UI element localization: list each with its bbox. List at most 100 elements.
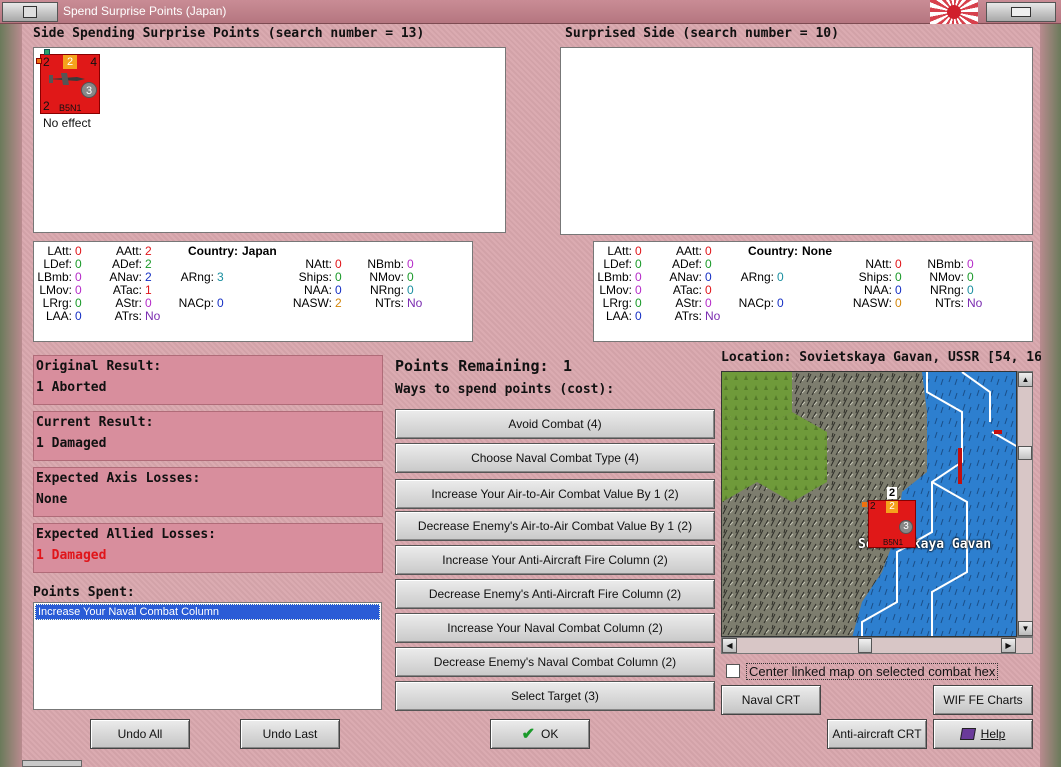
ways-to-spend-label: Ways to spend points (cost): [395,382,615,397]
stat-nmov: NMov: 0 [929,270,974,284]
current-result-label: Current Result: [36,415,154,430]
stat-ntrs: NTrs: No [375,296,423,310]
anti-aircraft-crt-button[interactable]: Anti-aircraft CRT [827,719,927,749]
map-unit-counter[interactable]: 2 2 3 B5N1 [868,500,916,548]
points-remaining-label: Points Remaining: [395,357,549,375]
scroll-right-button[interactable]: ▶ [1001,638,1016,653]
stat-ldef: LDef: 0 [43,257,82,271]
increase-air-to-air-button[interactable]: Increase Your Air-to-Air Combat Value By… [395,479,715,509]
original-result-box: Original Result: 1 Aborted [33,355,383,405]
attacker-stats-panel: LAtt: 0 LDef: 0 LBmb: 0 LMov: 0 LRrg: 0 LAA: 0 AAtt:… [33,241,473,342]
stat-natt: NAtt: 0 [305,257,342,271]
stat-ldef: LDef: 0 [603,257,642,271]
stat-lbmb: LBmb: 0 [37,270,82,284]
country-label: Country: None [748,244,832,258]
unit-result-text: No effect [43,116,91,130]
checkmark-icon: ✔ [521,726,536,743]
scroll-v-thumb[interactable] [1018,446,1032,460]
stat-nasw: NASW: 2 [292,296,342,310]
close-icon [1011,7,1031,17]
wif-fe-charts-button[interactable]: WIF FE Charts [933,685,1033,715]
stat-nasw: NASW: 0 [852,296,902,310]
increase-naval-combat-button[interactable]: Increase Your Naval Combat Column (2) [395,613,715,643]
center-map-checkbox[interactable] [726,664,740,678]
stat-astr: AStr: 0 [115,296,152,310]
ok-label: OK [541,727,559,741]
linked-map[interactable]: Sovietskaya Gavan 2 2 3 B5N1 2 [721,371,1017,637]
choose-naval-combat-type-button[interactable]: Choose Naval Combat Type (4) [395,443,715,473]
avoid-combat-button[interactable]: Avoid Combat (4) [395,409,715,439]
points-spent-list[interactable]: Increase Your Naval Combat Column [33,602,382,710]
undo-all-button[interactable]: Undo All [90,719,190,749]
map-horizontal-scrollbar[interactable]: ◀ ▶ [721,637,1033,654]
aircraft-icon [49,73,85,85]
stat-atrs: ATrs: No [674,309,721,323]
decrease-enemy-anti-aircraft-button[interactable]: Decrease Enemy's Anti-Aircraft Fire Colu… [395,579,715,609]
stat-anav: ANav: 2 [109,270,152,284]
stat-nbmb: NBmb: 0 [367,257,414,271]
unit-circle-value: 3 [81,82,97,98]
scroll-left-button[interactable]: ◀ [722,638,737,653]
stat-nacp: NACp: 0 [178,296,224,310]
map-vertical-scrollbar[interactable]: ▲ ▼ [1017,371,1033,637]
stat-aatt: AAtt: 0 [675,244,712,258]
country-label: Country: Japan [188,244,277,258]
stat-nbmb: NBmb: 0 [927,257,974,271]
decrease-enemy-naval-combat-button[interactable]: Decrease Enemy's Naval Combat Column (2) [395,647,715,677]
system-menu-button[interactable] [2,2,58,22]
naval-crt-button[interactable]: Naval CRT [721,685,821,715]
unit-counter[interactable]: 2 2 4 3 2 B5N1 [40,54,100,114]
stat-lrrg: LRrg: 0 [42,296,82,310]
stat-atrs: ATrs: No [114,309,161,323]
stat-ships: Ships: 0 [298,270,342,284]
undo-last-button[interactable]: Undo Last [240,719,340,749]
unit-top-left: 2 [43,55,50,69]
decrease-enemy-air-to-air-button[interactable]: Decrease Enemy's Air-to-Air Combat Value… [395,511,715,541]
window-title: Spend Surprise Points (Japan) [63,4,227,18]
original-result-value: 1 Aborted [36,380,107,395]
stat-laa: LAA: 0 [605,309,642,323]
stat-lmov: LMov: 0 [39,283,82,297]
stat-adef: ADef: 2 [111,257,152,271]
defender-stats-panel: LAtt: 0 LDef: 0 LBmb: 0 LMov: 0 LRrg: 0 LAA: 0 AAtt:… [593,241,1033,342]
stat-ntrs: NTrs: No [935,296,983,310]
selected-indicator-icon [36,58,42,64]
stat-astr: AStr: 0 [675,296,712,310]
left-border [0,24,22,767]
axis-losses-box: Expected Axis Losses: None [33,467,383,517]
top-indicator-icon [44,49,50,55]
help-button[interactable]: Help [933,719,1033,749]
stat-aatt: AAtt: 2 [115,244,152,258]
increase-anti-aircraft-button[interactable]: Increase Your Anti-Aircraft Fire Column … [395,545,715,575]
stat-lbmb: LBmb: 0 [597,270,642,284]
stat-nrng: NRng: 0 [929,283,974,297]
stat-nacp: NACp: 0 [738,296,784,310]
japan-flag-icon [930,0,978,24]
stat-adef: ADef: 0 [671,257,712,271]
bottom-status-strip [22,760,82,767]
ok-button[interactable]: ✔ OK [490,719,590,749]
points-remaining-value: 1 [563,357,573,375]
close-button[interactable] [986,2,1056,22]
current-result-box: Current Result: 1 Damaged [33,411,383,461]
stack-count-badge: 2 [887,487,898,499]
stat-lmov: LMov: 0 [599,283,642,297]
attacker-header: Side Spending Surprise Points (search nu… [33,26,425,41]
stat-atac: ATac: 0 [672,283,712,297]
right-border [1040,24,1061,767]
points-spent-item[interactable]: Increase Your Naval Combat Column [35,604,380,620]
stack-indicator-icon [862,502,867,507]
scroll-h-thumb[interactable] [858,638,872,653]
unit-top-mid: 2 [63,55,77,69]
stat-nrng: NRng: 0 [369,283,414,297]
stat-latt: LAtt: 0 [607,244,642,258]
original-result-label: Original Result: [36,359,162,374]
help-book-icon [959,728,976,740]
scroll-up-button[interactable]: ▲ [1018,372,1033,387]
stat-naa: NAA: 0 [303,283,342,297]
scroll-down-button[interactable]: ▼ [1018,621,1033,636]
select-target-button[interactable]: Select Target (3) [395,681,715,711]
center-map-option[interactable]: Center linked map on selected combat hex [726,660,1033,682]
stat-atac: ATac: 1 [112,283,152,297]
allied-losses-label: Expected Allied Losses: [36,527,217,542]
